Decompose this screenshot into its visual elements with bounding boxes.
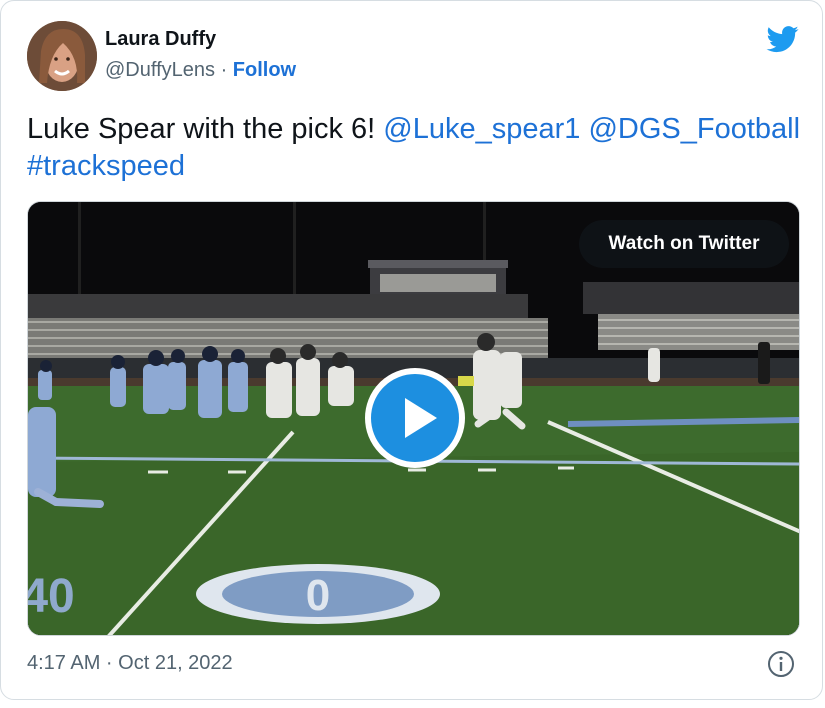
- hashtag-link[interactable]: #trackspeed: [27, 150, 185, 182]
- twitter-bird-icon[interactable]: [765, 23, 801, 55]
- author-name[interactable]: Laura Duffy: [105, 28, 216, 51]
- info-icon[interactable]: [767, 650, 795, 678]
- mention-link-2[interactable]: @DGS_Football: [588, 113, 800, 145]
- play-icon: [405, 398, 437, 438]
- mention-link-1[interactable]: @Luke_spear1: [383, 113, 580, 145]
- tweet-timestamp[interactable]: 4:17 AM · Oct 21, 2022: [27, 652, 233, 675]
- tweet-body: Luke Spear with the pick 6!: [27, 113, 384, 145]
- follow-button[interactable]: Follow: [233, 59, 296, 81]
- play-button[interactable]: [365, 368, 465, 468]
- video-player[interactable]: 0 40: [27, 201, 800, 636]
- author-handle-row: @DuffyLens · Follow: [105, 59, 296, 82]
- author-handle[interactable]: @DuffyLens: [105, 59, 215, 81]
- handle-separator: ·: [220, 59, 228, 81]
- field-number-left: 40: [28, 570, 75, 623]
- tweet-text: Luke Spear with the pick 6! @Luke_spear1…: [27, 111, 817, 185]
- author-avatar[interactable]: [27, 21, 97, 91]
- tweet-card: Laura Duffy @DuffyLens · Follow Luke Spe…: [0, 0, 823, 700]
- watch-on-twitter-button[interactable]: Watch on Twitter: [579, 220, 789, 268]
- field-number-right: 0: [306, 571, 330, 620]
